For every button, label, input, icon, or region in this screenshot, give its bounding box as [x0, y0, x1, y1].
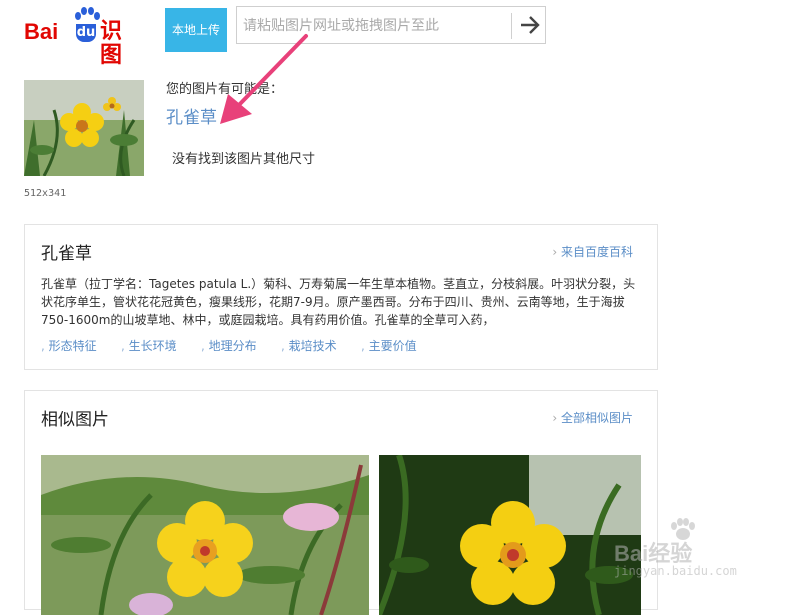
similar-flower-image-2 [379, 455, 641, 615]
result-name-link[interactable]: 孔雀草 [166, 103, 217, 128]
no-other-sizes-text: 没有找到该图片其他尺寸 [172, 152, 316, 167]
tag-value[interactable]: 主要价值 [361, 337, 417, 354]
similar-flower-image-1 [41, 455, 369, 615]
watermark-url-text: jingyan.baidu.com [614, 564, 737, 578]
logo-text-bai: Bai [24, 19, 59, 44]
arrow-right-icon[interactable] [517, 11, 543, 39]
local-upload-button[interactable]: 本地上传 [165, 8, 227, 52]
baike-title: 孔雀草 [41, 244, 92, 264]
tag-cultivation[interactable]: 栽培技术 [281, 337, 337, 354]
logo-text-shitu: 识图 [100, 19, 123, 68]
similar-image-2[interactable] [379, 455, 641, 615]
flower-thumbnail-image [24, 80, 144, 176]
logo-text-du: du [76, 24, 96, 42]
image-url-input[interactable] [241, 7, 513, 45]
tag-distribution[interactable]: 地理分布 [201, 337, 257, 354]
baidu-jingyan-watermark: Bai经验 jingyan.baidu.com [610, 514, 770, 584]
similar-title: 相似图片 [41, 410, 109, 430]
baike-card: 孔雀草 来自百度百科 孔雀草（拉丁学名：Tagetes patula L.）菊科… [24, 224, 658, 370]
baike-tag-list: 形态特征 生长环境 地理分布 栽培技术 主要价值 [41, 337, 641, 357]
uploaded-image-thumbnail [24, 80, 144, 176]
similar-image-1[interactable] [41, 455, 369, 615]
image-dimensions: 512x341 [24, 188, 67, 199]
search-divider [511, 13, 512, 39]
maybe-label: 您的图片有可能是： [166, 82, 284, 97]
tag-morphology[interactable]: 形态特征 [41, 337, 97, 354]
baike-description: 孔雀草（拉丁学名：Tagetes patula L.）菊科、万寿菊属一年生草本植… [41, 277, 636, 327]
image-url-search-box [236, 6, 546, 45]
all-similar-link[interactable]: 全部相似图片 [552, 409, 633, 426]
baike-source-link[interactable]: 来自百度百科 [552, 243, 633, 260]
baidu-shitu-logo[interactable]: Bai du 识图 [24, 7, 142, 68]
tag-habitat[interactable]: 生长环境 [121, 337, 177, 354]
similar-images-card: 相似图片 全部相似图片 [24, 390, 658, 615]
paw-icon [75, 7, 100, 20]
